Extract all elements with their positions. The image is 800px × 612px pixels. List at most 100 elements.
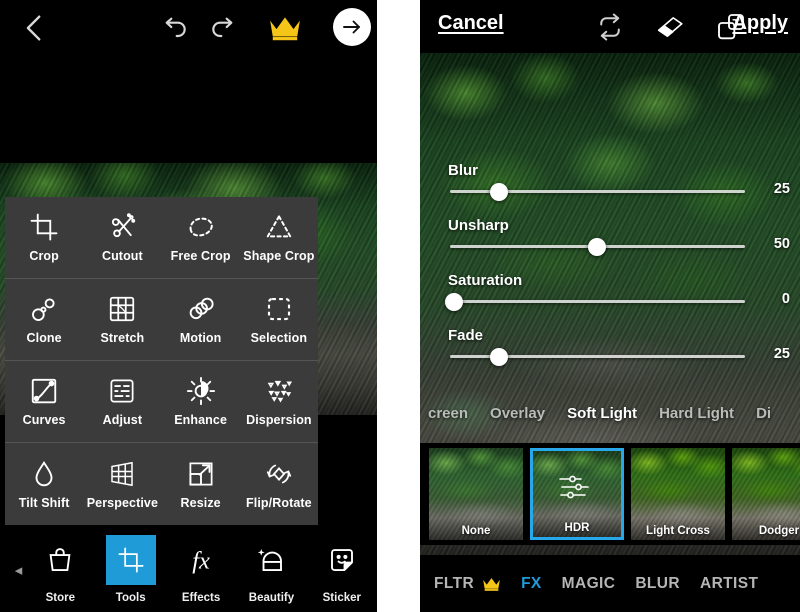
tab-blur[interactable]: BLUR	[635, 575, 680, 593]
tools-row: Tilt Shift Perspective Resize Flip/Rotat…	[5, 443, 318, 525]
next-arrow-button[interactable]	[333, 8, 371, 46]
blend-mode-item[interactable]: Overlay	[490, 405, 545, 422]
tool-free-crop[interactable]: Free Crop	[162, 197, 240, 278]
tool-adjust[interactable]: Adjust	[83, 361, 161, 442]
filter-label: None	[461, 525, 491, 537]
slider-thumb[interactable]	[490, 348, 508, 366]
redo-icon[interactable]	[208, 12, 240, 44]
shape-crop-icon	[264, 212, 294, 242]
enhance-icon	[186, 376, 216, 406]
slider-value: 25	[773, 346, 790, 362]
filter-card-dodger[interactable]: Dodger	[732, 448, 800, 540]
tab-magic[interactable]: MAGIC	[562, 575, 616, 593]
tab-artist[interactable]: ARTIST	[700, 575, 758, 593]
tool-curves[interactable]: Curves	[5, 361, 83, 442]
perspective-icon	[107, 459, 137, 489]
apply-button[interactable]: Apply	[732, 12, 788, 35]
nav-label: Sticker	[322, 592, 361, 604]
slider-thumb[interactable]	[588, 238, 606, 256]
nav-item-tools[interactable]: Tools	[96, 535, 166, 604]
refresh-cycle-icon[interactable]	[595, 12, 625, 42]
tool-perspective[interactable]: Perspective	[83, 443, 161, 525]
slider-saturation[interactable]: Saturation 0	[420, 272, 800, 327]
crown-icon[interactable]	[268, 13, 302, 43]
slider-label: Saturation	[448, 272, 523, 289]
blend-mode-strip[interactable]: creen Overlay Soft Light Hard Light Di	[420, 398, 800, 428]
slider-fade[interactable]: Fade 25	[420, 327, 800, 382]
cutout-icon	[107, 212, 137, 242]
nav-label: Tools	[115, 592, 146, 604]
blend-mode-item[interactable]: creen	[428, 405, 468, 422]
tool-enhance[interactable]: Enhance	[162, 361, 240, 442]
filter-card-hdr[interactable]: HDR	[530, 448, 624, 540]
free-crop-icon	[186, 212, 216, 242]
nav-label: Beautify	[248, 592, 295, 604]
slider-unsharp[interactable]: Unsharp 50	[420, 217, 800, 272]
tab-fx[interactable]: FX	[521, 575, 542, 593]
right-tab-bar: FLTR FX MAGIC BLUR ARTIST	[420, 555, 800, 612]
flip-rotate-icon	[264, 459, 294, 489]
slider-label: Unsharp	[448, 217, 509, 234]
tool-cutout[interactable]: Cutout	[83, 197, 161, 278]
tool-flip-rotate[interactable]: Flip/Rotate	[240, 443, 318, 525]
sliders-badge-icon	[557, 472, 597, 502]
left-phone-screen: Crop Cutout Free Crop Shape Crop Clone S…	[0, 0, 377, 612]
tool-label: Stretch	[100, 331, 145, 345]
svg-text:fx: fx	[192, 547, 210, 574]
tool-dispersion[interactable]: Dispersion	[240, 361, 318, 442]
cancel-button[interactable]: Cancel	[438, 12, 504, 35]
slider-thumb[interactable]	[490, 183, 508, 201]
tool-label: Enhance	[174, 413, 228, 427]
crop-icon	[105, 535, 156, 585]
blend-mode-item[interactable]: Di	[756, 405, 771, 422]
slider-value: 0	[781, 291, 790, 307]
tool-label: Motion	[179, 331, 222, 345]
nav-prev-arrow[interactable]: ◂	[12, 561, 25, 579]
tool-tilt-shift[interactable]: Tilt Shift	[5, 443, 83, 525]
nav-item-beautify[interactable]: Beautify	[236, 535, 306, 604]
eraser-icon[interactable]	[655, 13, 685, 41]
tool-crop[interactable]: Crop	[5, 197, 83, 278]
filter-card-none[interactable]: None	[429, 448, 523, 540]
slider-blur[interactable]: Blur 25	[420, 162, 800, 217]
slider-thumb[interactable]	[445, 293, 463, 311]
dispersion-icon	[264, 376, 294, 406]
slider-track[interactable]	[450, 300, 745, 303]
selection-icon	[264, 294, 294, 324]
screenshot-root: Crop Cutout Free Crop Shape Crop Clone S…	[0, 0, 800, 612]
tool-stretch[interactable]: Stretch	[83, 279, 161, 360]
tool-shape-crop[interactable]: Shape Crop	[240, 197, 318, 278]
tool-label: Resize	[180, 495, 221, 510]
tools-grid-panel: Crop Cutout Free Crop Shape Crop Clone S…	[5, 197, 318, 525]
store-bag-icon	[35, 535, 85, 585]
tool-label: Clone	[26, 331, 62, 345]
nav-item-effects[interactable]: fx Effects	[166, 535, 236, 604]
blend-mode-item-selected[interactable]: Soft Light	[567, 405, 637, 422]
filter-label: HDR	[564, 522, 590, 534]
undo-icon[interactable]	[158, 12, 190, 44]
tool-clone[interactable]: Clone	[5, 279, 83, 360]
nav-item-sticker[interactable]: Sticker	[307, 535, 377, 604]
tools-row: Clone Stretch Motion Selection	[5, 279, 318, 361]
tool-selection[interactable]: Selection	[240, 279, 318, 360]
filter-card-light-cross[interactable]: Light Cross	[631, 448, 725, 540]
adjust-icon	[107, 376, 137, 406]
tool-motion[interactable]: Motion	[162, 279, 240, 360]
filter-label: Dodger	[758, 525, 800, 537]
blend-mode-item[interactable]: Hard Light	[659, 405, 734, 422]
tool-label: Adjust	[102, 413, 143, 427]
slider-value: 25	[773, 181, 790, 197]
tab-fltr[interactable]: FLTR	[434, 575, 474, 593]
tool-resize[interactable]: Resize	[162, 443, 240, 525]
tool-label: Selection	[250, 331, 308, 345]
nav-item-store[interactable]: Store	[25, 535, 95, 604]
slider-value: 50	[773, 236, 790, 252]
tool-label: Flip/Rotate	[246, 495, 312, 510]
fx-icon: fx	[176, 535, 226, 585]
back-chevron-icon[interactable]	[18, 11, 52, 45]
tool-label: Crop	[29, 249, 59, 263]
tool-label: Free Crop	[170, 249, 231, 263]
filter-thumbnail-strip[interactable]: None HDR Light Cross Dodger	[420, 443, 800, 545]
tool-label: Tilt Shift	[18, 495, 70, 510]
left-bottom-nav: ◂ Store Tools fx Effects Beautify Sticke…	[0, 527, 377, 612]
